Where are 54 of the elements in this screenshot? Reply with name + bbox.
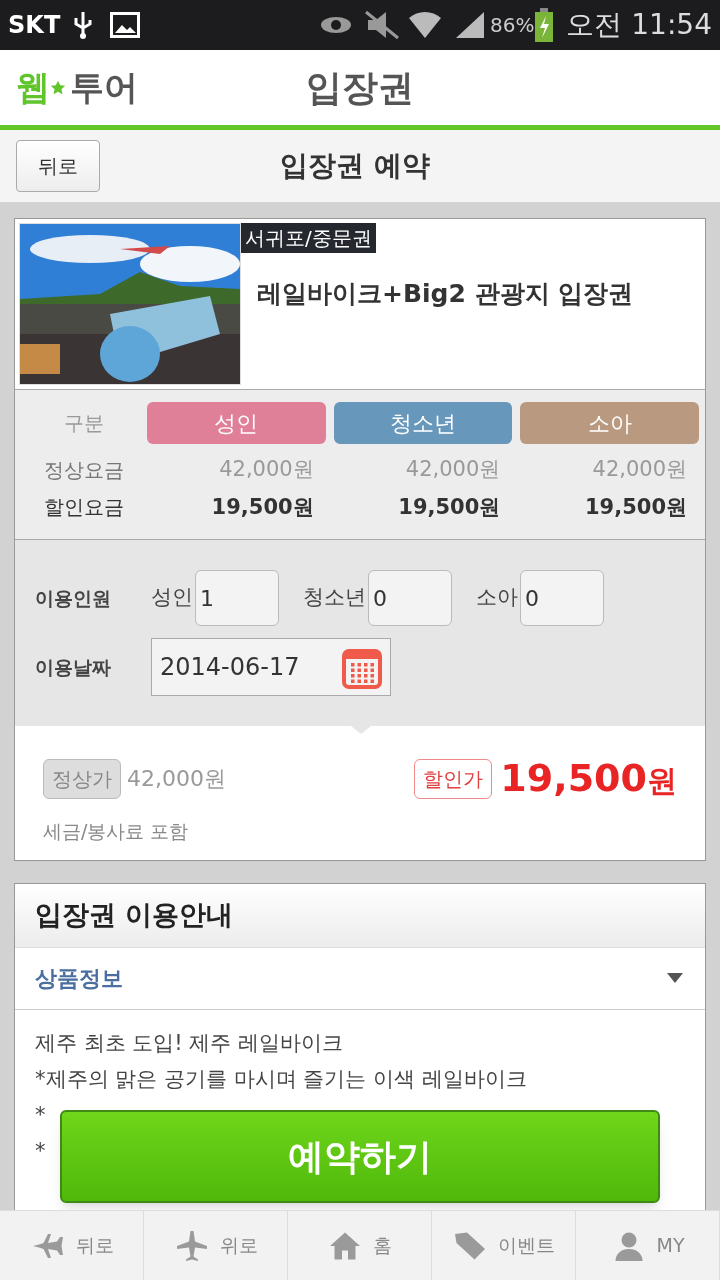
nav-tab[interactable]: 위로 <box>144 1211 288 1280</box>
eye-icon <box>319 14 352 36</box>
battery-icon <box>534 8 555 42</box>
region-tag: 서귀포/중문권 <box>241 223 376 253</box>
nav-tab[interactable]: 뒤로 <box>0 1211 144 1280</box>
clock-text: 오전 11:54 <box>566 7 712 43</box>
discount-price-tag: 할인가 <box>414 758 493 799</box>
logo-star-icon <box>50 79 66 96</box>
field-label: 이용날짜 <box>35 654 112 680</box>
mute-icon <box>363 10 400 40</box>
discount-fare: 19,500원 <box>397 493 502 521</box>
info-line: 제주 최초 도입! 제주 레일바이크 <box>35 1029 344 1056</box>
nav-tab[interactable]: 홈 <box>288 1211 432 1280</box>
regular-fare: 42,000원 <box>218 456 315 483</box>
guide-title: 입장권 이용안내 <box>35 897 234 932</box>
regular-fare: 42,000원 <box>404 456 502 483</box>
tax-note: 세금/봉사료 포함 <box>43 819 190 844</box>
regular-fare: 42,000원 <box>591 456 688 483</box>
person-type-label: 청소년 <box>303 584 366 612</box>
regular-price-tag: 정상가 <box>43 758 121 799</box>
info-line: * <box>35 1137 46 1164</box>
fare-category-label: 소아 <box>520 402 699 444</box>
product-name: 레일바이크+Big2 관광지 입장권 <box>257 278 634 310</box>
count-field[interactable]: 0 <box>520 570 604 626</box>
fare-category-label: 성인 <box>147 402 326 444</box>
logo-accent: 웹 <box>16 66 50 109</box>
section-title: 입장권 예약 <box>280 148 430 184</box>
logo-text: 투어 <box>70 66 138 109</box>
back-button[interactable]: 뒤로 <box>16 140 100 192</box>
person-type-label: 소아 <box>476 584 518 612</box>
usb-icon <box>72 10 95 40</box>
row-label: 정상요금 <box>43 456 125 484</box>
column-header: 구분 <box>63 410 105 437</box>
info-line: *제주의 맑은 공기를 마시며 즐기는 이색 레일바이크 <box>35 1065 527 1092</box>
discount-fare: 19,500원 <box>583 493 688 521</box>
product-info-toggle[interactable]: 상품정보 <box>15 947 705 1010</box>
count-field[interactable]: 0 <box>368 570 452 626</box>
field-label: 이용인원 <box>35 585 112 611</box>
date-field[interactable]: 2014-06-17 <box>151 638 391 696</box>
fare-category-label: 청소년 <box>333 402 513 444</box>
discount-fare: 19,500원 <box>210 493 315 521</box>
page-title: 입장권 <box>306 65 414 110</box>
wifi-icon <box>407 10 442 40</box>
nav-tab[interactable]: MY <box>576 1211 720 1280</box>
discount-price: 19,500원 <box>500 755 677 802</box>
count-field[interactable]: 1 <box>195 570 279 626</box>
image-icon <box>110 12 141 38</box>
regular-price: 42,000원 <box>127 765 226 793</box>
row-label: 할인요금 <box>43 494 125 522</box>
info-line: * <box>35 1101 46 1128</box>
person-type-label: 성인 <box>151 584 193 612</box>
carrier-text: SKT <box>8 10 61 41</box>
nav-tab[interactable]: 이벤트 <box>432 1211 576 1280</box>
battery-percent: 86% <box>489 12 535 39</box>
